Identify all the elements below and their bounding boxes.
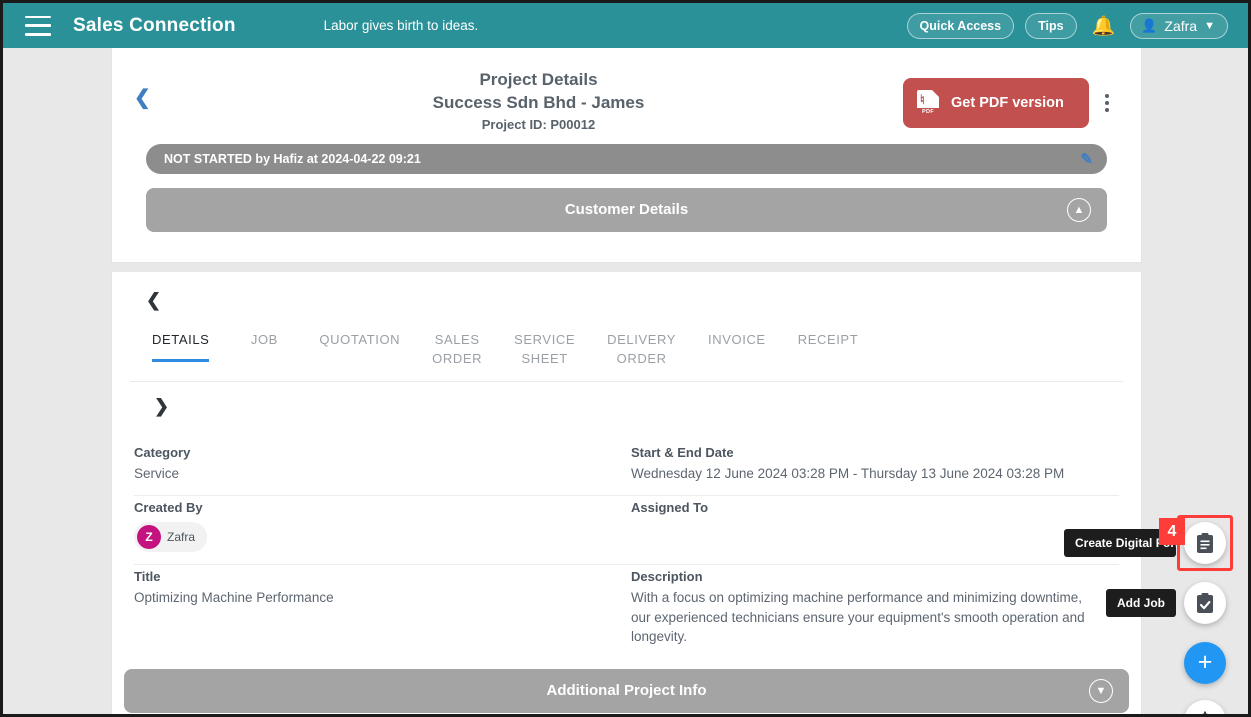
pdf-icon-label: PDF — [917, 108, 939, 116]
more-vertical-icon[interactable] — [1095, 86, 1119, 120]
pencil-icon[interactable]: ✎ — [1080, 150, 1093, 168]
user-menu[interactable]: 👤 Zafra ▼ — [1130, 12, 1228, 39]
field-category: Category Service — [134, 445, 622, 484]
title-value: Optimizing Machine Performance — [134, 590, 334, 606]
project-titles: Project Details Success Sdn Bhd - James … — [174, 66, 903, 132]
page-title: Project Details — [479, 70, 598, 89]
back-button[interactable]: ❮ — [134, 66, 174, 108]
tab-invoice[interactable]: INVOICE — [708, 325, 766, 362]
notification-bell-icon[interactable]: 🔔 — [1088, 14, 1120, 38]
tab-receipt[interactable]: RECEIPT — [798, 325, 859, 362]
person-icon: 👤 — [1141, 17, 1158, 33]
status-text: NOT STARTED by Hafiz at 2024-04-22 09:21 — [164, 151, 421, 166]
tab-details[interactable]: DETAILS — [152, 325, 210, 362]
chevron-down-icon: ▼ — [1204, 19, 1215, 32]
details-fields: Category Service Start & End Date Wednes… — [112, 423, 1141, 659]
clipboard-list-icon — [1197, 533, 1213, 553]
field-created-by: Created By Z Zafra — [134, 500, 622, 553]
category-value: Service — [134, 465, 180, 481]
create-digital-form-tooltip: Create Digital Form — [1064, 529, 1176, 557]
content-column: ❮ Project Details Success Sdn Bhd - Jame… — [111, 48, 1142, 714]
page-body: ❮ Project Details Success Sdn Bhd - Jame… — [3, 48, 1248, 714]
avatar: Z — [137, 525, 161, 550]
tab-quotation[interactable]: QUOTATION — [319, 325, 400, 362]
app-brand-title: Sales Connection — [73, 14, 236, 36]
top-navigation-bar: Sales Connection Labor gives birth to id… — [3, 3, 1248, 48]
quick-access-button[interactable]: Quick Access — [906, 12, 1015, 39]
pdf-file-icon: ♮ PDF — [917, 90, 939, 116]
tabs-forward-button[interactable]: ❯ — [112, 382, 169, 423]
created-by-name: Zafra — [167, 530, 196, 545]
field-description: Description With a focus on optimizing m… — [622, 569, 1119, 647]
floating-action-rail: Create Digital Form Add Job + 4 — [1064, 48, 1248, 714]
tab-delivery-order[interactable]: DELIVERY ORDER — [607, 325, 676, 381]
customer-details-label: Customer Details — [564, 201, 689, 219]
app-window: Sales Connection Labor gives birth to id… — [0, 0, 1251, 717]
tab-service-sheet[interactable]: SERVICE SHEET — [514, 325, 575, 381]
additional-project-info-section-header[interactable]: Additional Project Info ▼ — [124, 668, 1129, 713]
field-assigned-to: Assigned To — [622, 500, 1119, 552]
field-title: Title Optimizing Machine Performance — [134, 569, 622, 647]
field-row-category-dates: Category Service Start & End Date Wednes… — [134, 441, 1119, 497]
details-back-button[interactable]: ❮ — [112, 286, 161, 325]
project-header-row: ❮ Project Details Success Sdn Bhd - Jame… — [134, 66, 1119, 132]
top-bar-actions: Quick Access Tips 🔔 👤 Zafra ▼ — [906, 12, 1234, 39]
plus-icon: + — [1197, 647, 1213, 676]
notifications-fab-button[interactable] — [1184, 700, 1226, 714]
tab-job[interactable]: JOB — [241, 325, 287, 362]
field-row-title-description: Title Optimizing Machine Performance Des… — [134, 565, 1119, 659]
status-badge: NOT STARTED by Hafiz at 2024-04-22 09:21… — [146, 143, 1107, 174]
dates-label: Start & End Date — [631, 444, 734, 460]
header-actions: ♮ PDF Get PDF version — [903, 66, 1119, 128]
tips-button[interactable]: Tips — [1025, 12, 1077, 39]
customer-details-section-header[interactable]: Customer Details ▲ — [146, 187, 1107, 232]
assigned-to-value — [631, 519, 1101, 537]
chevron-down-icon[interactable]: ▼ — [1089, 678, 1113, 703]
assigned-to-label: Assigned To — [631, 500, 709, 516]
add-job-button[interactable] — [1184, 582, 1226, 624]
details-tabs: DETAILS JOB QUOTATION SALES ORDER SERVIC… — [130, 325, 1123, 382]
add-button[interactable]: + — [1184, 642, 1226, 684]
add-job-tooltip: Add Job — [1106, 589, 1176, 617]
field-row-created-assigned: Created By Z Zafra Assigned To — [134, 496, 1119, 566]
project-subtitle: Success Sdn Bhd - James — [432, 92, 645, 112]
additional-project-info-label: Additional Project Info — [546, 682, 707, 700]
user-name-label: Zafra — [1164, 17, 1198, 34]
title-label: Title — [134, 569, 161, 585]
created-by-label: Created By — [134, 500, 203, 516]
project-details-card: ❮ DETAILS JOB QUOTATION SALES ORDER SERV… — [111, 271, 1142, 714]
category-label: Category — [134, 444, 191, 460]
description-value: With a focus on optimizing machine perfo… — [631, 590, 1085, 645]
dates-value: Wednesday 12 June 2024 03:28 PM - Thursd… — [631, 465, 1065, 481]
created-by-chip[interactable]: Z Zafra — [134, 522, 208, 553]
app-tagline: Labor gives birth to ideas. — [323, 18, 479, 33]
project-header-card: ❮ Project Details Success Sdn Bhd - Jame… — [111, 48, 1142, 263]
bell-icon — [1202, 711, 1208, 714]
get-pdf-version-button[interactable]: ♮ PDF Get PDF version — [903, 78, 1089, 128]
chevron-up-icon[interactable]: ▲ — [1067, 197, 1091, 222]
create-digital-form-button[interactable] — [1184, 522, 1226, 564]
clipboard-check-icon — [1197, 593, 1213, 613]
project-id-label: Project ID: P00012 — [481, 116, 596, 132]
field-dates: Start & End Date Wednesday 12 June 2024 … — [622, 445, 1119, 484]
hamburger-menu-icon[interactable] — [25, 15, 51, 36]
tab-sales-order[interactable]: SALES ORDER — [432, 325, 482, 381]
pdf-button-label: Get PDF version — [951, 95, 1064, 111]
description-label: Description — [631, 569, 703, 585]
